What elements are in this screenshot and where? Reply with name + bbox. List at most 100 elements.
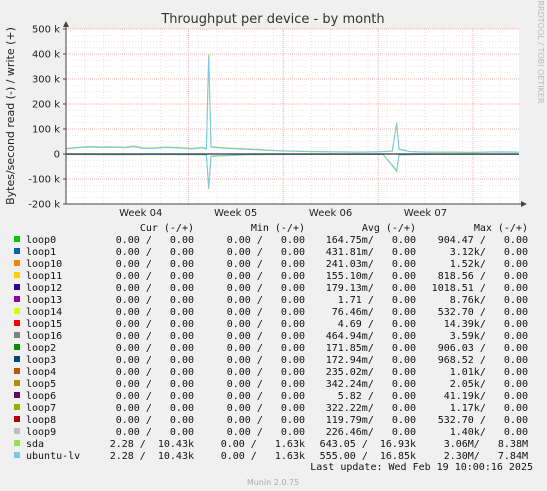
legend-cell-min: 0.00 / 0.00 — [227, 427, 305, 438]
x-tick-label: Week 04 — [119, 208, 162, 219]
x-tick-label: Week 05 — [214, 208, 257, 219]
legend-cell-cur: 0.00 / 0.00 — [116, 295, 194, 306]
y-axis-label: Bytes/second read (-) / write (+) — [4, 27, 17, 205]
legend-cell-max: 2.30M/ 7.84M — [444, 451, 528, 462]
legend-cell-cur: 0.00 / 0.00 — [116, 283, 194, 294]
header-min: Min (-/+) — [251, 223, 305, 234]
legend-cell-min: 0.00 / 0.00 — [227, 259, 305, 270]
legend-cell-min: 0.00 / 0.00 — [227, 319, 305, 330]
legend-cell-name: loop3 — [26, 355, 56, 366]
legend-cell-name: loop7 — [26, 403, 56, 414]
legend-cell-cur: 0.00 / 0.00 — [116, 415, 194, 426]
legend-swatch — [14, 380, 20, 386]
legend-cell-min: 0.00 / 0.00 — [227, 391, 305, 402]
legend-swatch — [14, 236, 20, 242]
legend-cell-min: 0.00 / 1.63k — [221, 439, 305, 450]
legend-cell-max: 3.12k/ 0.00 — [450, 247, 528, 258]
y-tick-label: 500 k — [32, 25, 60, 36]
legend-cell-name: loop15 — [26, 319, 62, 330]
legend-cell-max: 1.40k/ 0.00 — [450, 427, 528, 438]
y-tick-label: 200 k — [32, 100, 60, 111]
legend-cell-cur: 0.00 / 0.00 — [116, 343, 194, 354]
legend-cell-avg: 226.46m/ 0.00 — [326, 427, 416, 438]
header-cur: Cur (-/+) — [140, 223, 194, 234]
legend-swatch — [14, 356, 20, 362]
legend-cell-cur: 0.00 / 0.00 — [116, 379, 194, 390]
legend-swatch — [14, 392, 20, 398]
legend-cell-min: 0.00 / 0.00 — [227, 247, 305, 258]
x-tick-label: Week 07 — [404, 208, 447, 219]
y-tick-label: 100 k — [32, 125, 60, 136]
legend-cell-avg: 235.02m/ 0.00 — [326, 367, 416, 378]
legend-cell-name: loop1 — [26, 247, 56, 258]
legend-cell-max: 532.70 / 0.00 — [438, 415, 528, 426]
legend-cell-avg: 431.81m/ 0.00 — [326, 247, 416, 258]
legend-cell-name: loop6 — [26, 391, 56, 402]
legend-cell-name: loop5 — [26, 379, 56, 390]
legend-cell-cur: 2.28 / 10.43k — [110, 451, 194, 462]
legend-swatch — [14, 416, 20, 422]
legend-cell-min: 0.00 / 0.00 — [227, 271, 305, 282]
y-tick-label: 300 k — [32, 75, 60, 86]
rrdtool-side-label: RRDTOOL / TOBI OETIKER — [536, 0, 545, 103]
legend-cell-cur: 0.00 / 0.00 — [116, 403, 194, 414]
legend-cell-max: 1.01k/ 0.00 — [450, 367, 528, 378]
legend-cell-min: 0.00 / 0.00 — [227, 367, 305, 378]
legend-cell-avg: 119.79m/ 0.00 — [326, 415, 416, 426]
legend-swatch — [14, 404, 20, 410]
legend-cell-avg: 171.85m/ 0.00 — [326, 343, 416, 354]
legend-cell-max: 532.70 / 0.00 — [438, 307, 528, 318]
legend-cell-name: loop10 — [26, 259, 62, 270]
legend-cell-max: 14.39k/ 0.00 — [444, 319, 528, 330]
legend-cell-cur: 0.00 / 0.00 — [116, 235, 194, 246]
legend-cell-avg: 1.71 / 0.00 — [338, 295, 416, 306]
legend-cell-cur: 0.00 / 0.00 — [116, 331, 194, 342]
last-update: Last update: Wed Feb 19 10:00:16 2025 — [310, 462, 533, 473]
legend-cell-cur: 0.00 / 0.00 — [116, 307, 194, 318]
legend-cell-min: 0.00 / 0.00 — [227, 331, 305, 342]
legend-swatch — [14, 320, 20, 326]
munin-graph: Throughput per device - by month RRDTOOL… — [0, 0, 547, 491]
legend-cell-cur: 0.00 / 0.00 — [116, 391, 194, 402]
legend-cell-name: loop11 — [26, 271, 62, 282]
legend-cell-cur: 0.00 / 0.00 — [116, 271, 194, 282]
legend-swatch — [14, 332, 20, 338]
legend-cell-min: 0.00 / 0.00 — [227, 307, 305, 318]
legend-cell-name: loop9 — [26, 427, 56, 438]
legend-swatch — [14, 428, 20, 434]
legend-swatch — [14, 452, 20, 458]
legend-cell-min: 0.00 / 0.00 — [227, 283, 305, 294]
legend-cell-max: 3.59k/ 0.00 — [450, 331, 528, 342]
legend-cell-cur: 0.00 / 0.00 — [116, 259, 194, 270]
legend-cell-avg: 5.82 / 0.00 — [338, 391, 416, 402]
legend-cell-cur: 0.00 / 0.00 — [116, 355, 194, 366]
munin-version: Munin 2.0.75 — [247, 478, 299, 487]
legend-cell-cur: 2.28 / 10.43k — [110, 439, 194, 450]
legend-cell-avg: 643.05 / 16.93k — [320, 439, 416, 450]
legend-cell-name: ubuntu-lv — [26, 451, 80, 462]
legend-cell-min: 0.00 / 0.00 — [227, 295, 305, 306]
legend-cell-name: loop4 — [26, 367, 56, 378]
legend-cell-max: 968.52 / 0.00 — [438, 355, 528, 366]
legend-cell-name: loop2 — [26, 343, 56, 354]
legend-cell-name: sda — [26, 439, 44, 450]
legend-cell-cur: 0.00 / 0.00 — [116, 247, 194, 258]
legend-cell-min: 0.00 / 0.00 — [227, 403, 305, 414]
legend-cell-cur: 0.00 / 0.00 — [116, 367, 194, 378]
legend-swatch — [14, 248, 20, 254]
legend-cell-avg: 555.00 / 16.85k — [320, 451, 416, 462]
legend-cell-avg: 4.69 / 0.00 — [338, 319, 416, 330]
y-tick-label: -200 k — [28, 200, 60, 211]
header-max: Max (-/+) — [474, 223, 528, 234]
x-tick-label: Week 06 — [309, 208, 352, 219]
legend-swatch — [14, 272, 20, 278]
legend-cell-min: 0.00 / 0.00 — [227, 343, 305, 354]
legend-swatch — [14, 368, 20, 374]
legend-cell-max: 41.19k/ 0.00 — [444, 391, 528, 402]
legend-cell-max: 818.56 / 0.00 — [438, 271, 528, 282]
legend-cell-max: 906.03 / 0.00 — [438, 343, 528, 354]
legend-cell-max: 2.05k/ 0.00 — [450, 379, 528, 390]
header-avg: Avg (-/+) — [362, 223, 416, 234]
legend-cell-min: 0.00 / 0.00 — [227, 355, 305, 366]
legend-cell-max: 904.47 / 0.00 — [438, 235, 528, 246]
